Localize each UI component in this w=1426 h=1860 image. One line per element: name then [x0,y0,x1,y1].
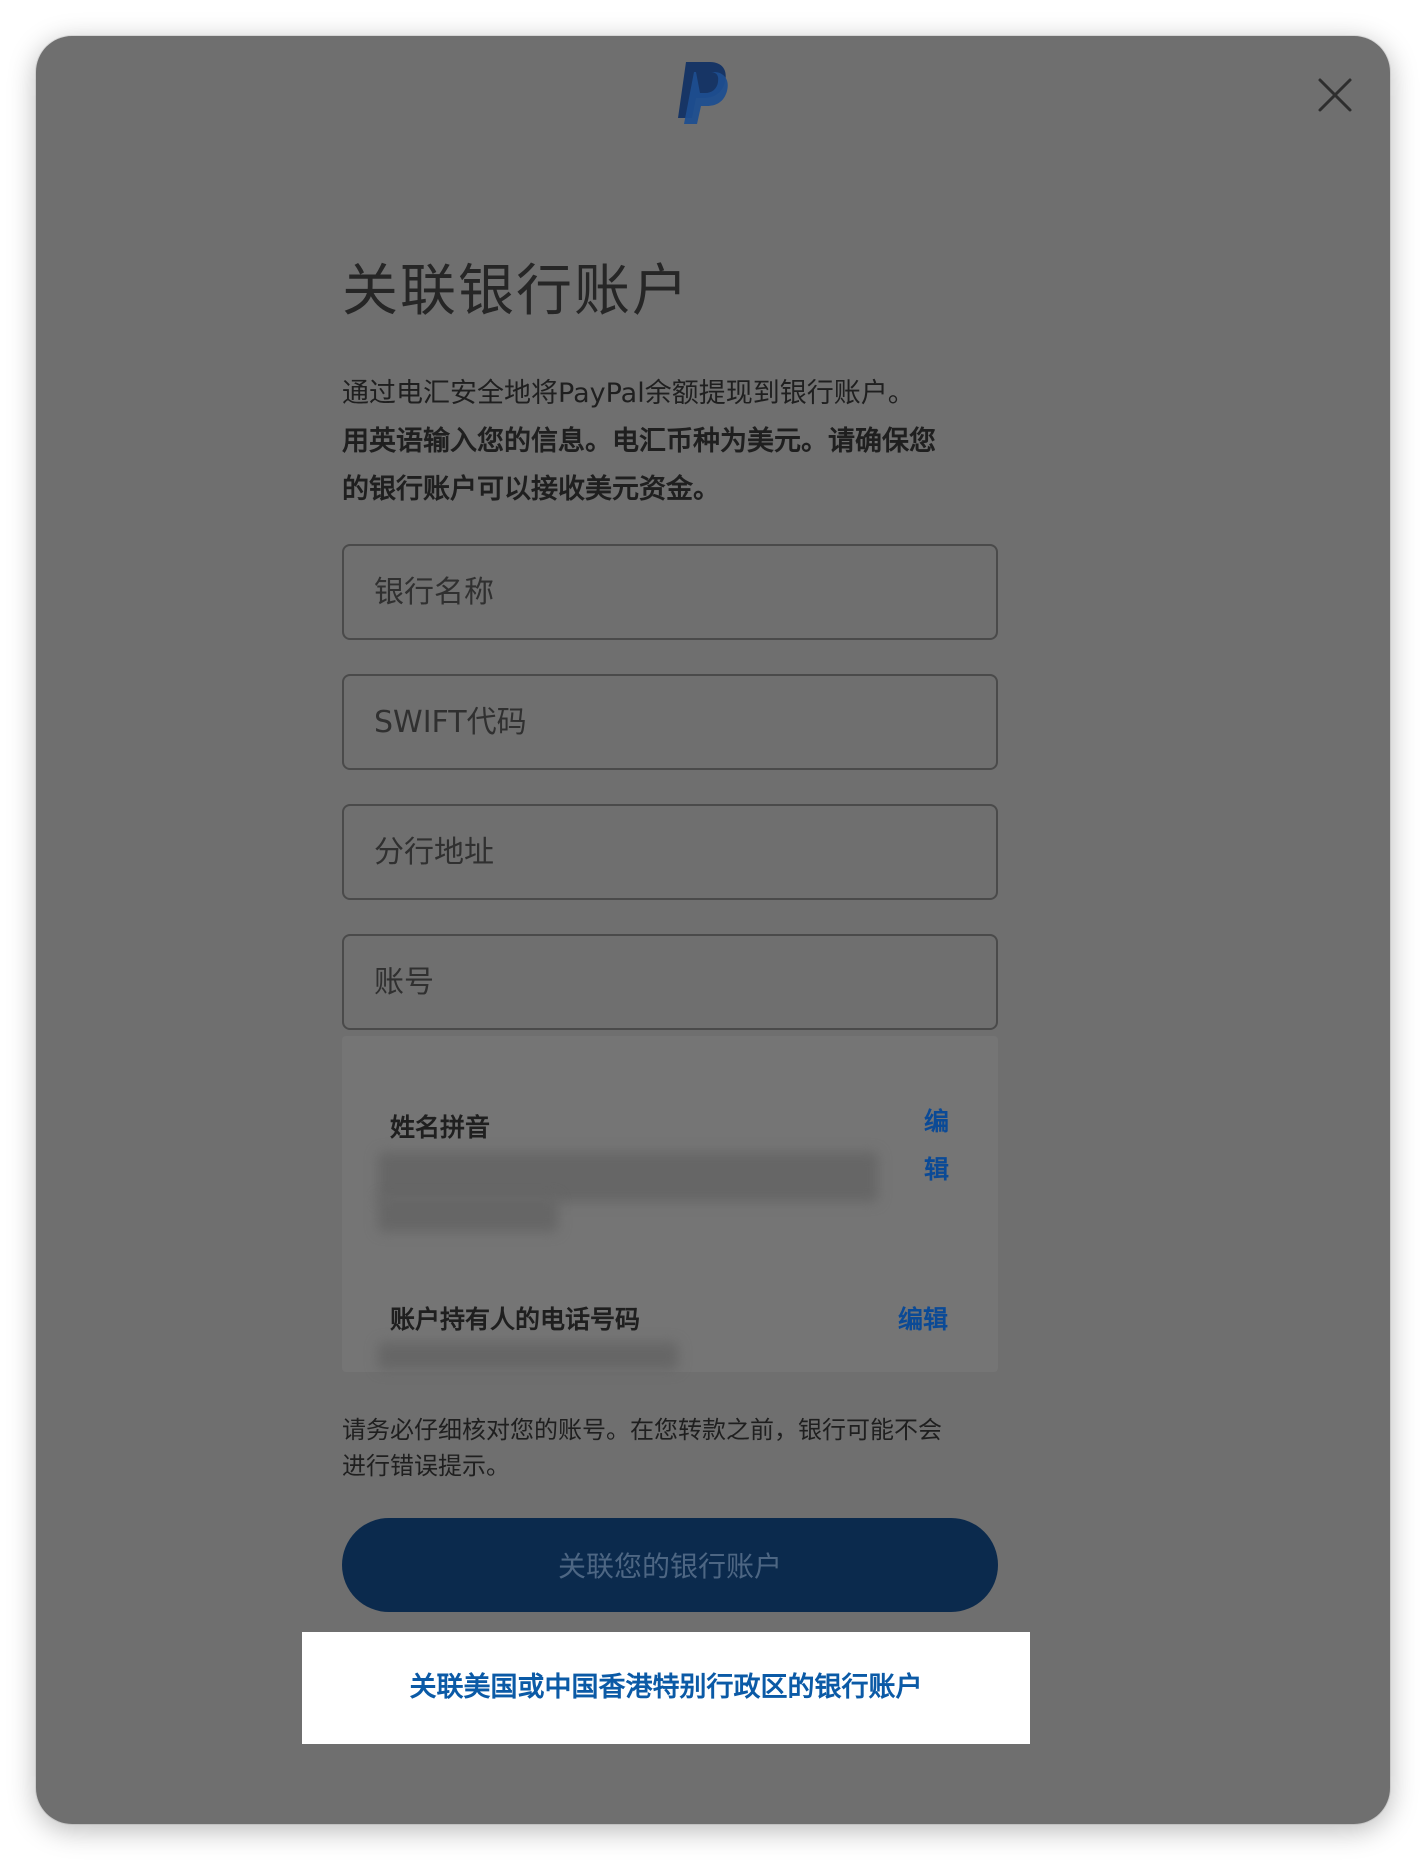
edit-name-link[interactable]: 编 辑 [924,1107,950,1194]
account-number-field [342,934,998,1030]
intro-line-2: 用英语输入您的信息。电汇币种为美元。请确保您 [342,426,936,457]
edit-name-line-1: 编 [924,1107,950,1136]
link-bank-button[interactable]: 关联您的银行账户 [342,1518,998,1612]
account-number-input[interactable] [344,936,996,1028]
blurred-name-value-2 [378,1196,558,1232]
link-us-hk-bank-link[interactable]: 关联美国或中国香港特别行政区的银行账户 [302,1632,1030,1744]
name-pinyin-label: 姓名拼音 [390,1113,491,1142]
branch-address-field [342,804,998,900]
blurred-name-value [378,1152,878,1202]
verify-warning: 请务必仔细核对您的账号。在您转款之前，银行可能不会 进行错误提示。 [342,1412,1022,1484]
swift-code-input[interactable] [344,676,996,768]
intro-line-1: 通过电汇安全地将PayPal余额提现到银行账户。 [342,378,915,409]
close-icon[interactable] [1314,74,1356,116]
warning-line-2: 进行错误提示。 [342,1452,510,1480]
phone-label: 账户持有人的电话号码 [390,1305,641,1334]
edit-name-line-2: 辑 [924,1155,950,1184]
bank-name-field [342,544,998,640]
account-holder-info: 姓名拼音 编 辑 账户持有人的电话号码 编辑 [342,1036,998,1372]
swift-field [342,674,998,770]
edit-phone-link[interactable]: 编辑 [898,1300,948,1336]
intro-text: 通过电汇安全地将PayPal余额提现到银行账户。 用英语输入您的信息。电汇币种为… [342,370,1022,514]
page-title: 关联银行账户 [342,259,690,324]
paypal-logo-icon [678,62,728,124]
bank-name-input[interactable] [344,546,996,638]
link-us-hk-bank-label: 关联美国或中国香港特别行政区的银行账户 [409,1672,923,1703]
warning-line-1: 请务必仔细核对您的账号。在您转款之前，银行可能不会 [342,1416,942,1444]
blurred-phone-value [378,1342,678,1370]
branch-address-input[interactable] [344,806,996,898]
intro-line-3: 的银行账户可以接收美元资金。 [342,474,720,505]
